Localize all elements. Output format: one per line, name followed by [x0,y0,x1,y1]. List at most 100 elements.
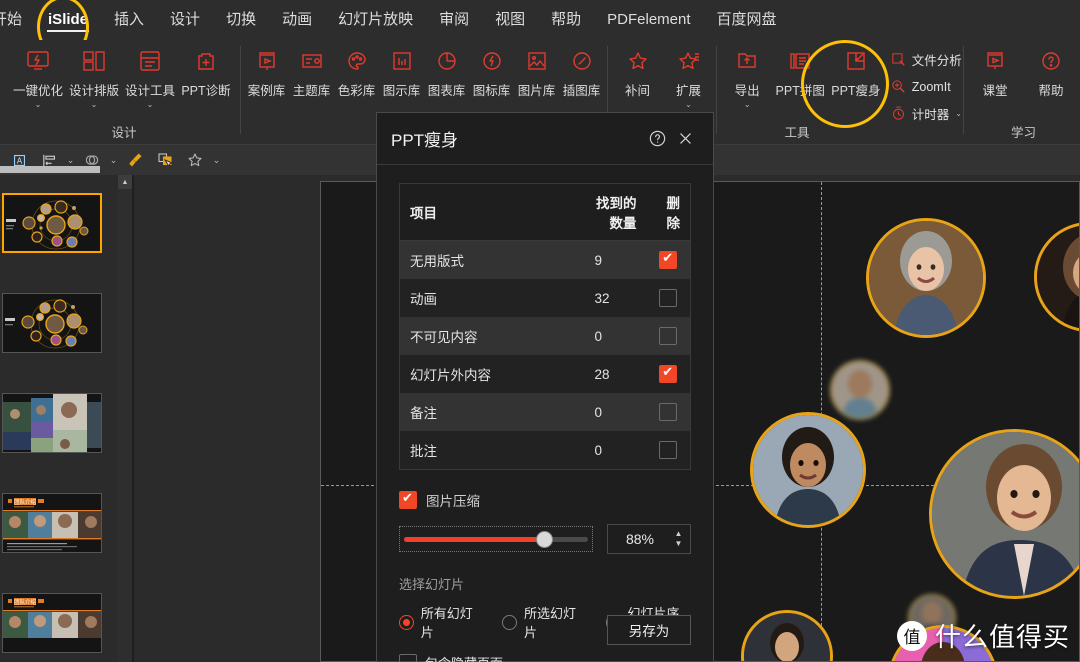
menu-tab-design[interactable]: 设计 [157,0,213,40]
list-item[interactable] [2,293,102,353]
ribbon-btn-diagram-library[interactable]: 图示库 [379,44,424,99]
chevron-down-icon[interactable]: ⌄ [685,100,692,109]
chevron-down-icon[interactable]: ⌄ [91,100,98,109]
save-as-button[interactable]: 另存为 [607,615,691,645]
thumbnail-pane-scrollbar[interactable]: ▲ [118,175,132,662]
ribbon-btn-layout[interactable]: 设计排版 ⌄ [66,44,122,109]
menu-tab-transition[interactable]: 切换 [213,0,269,40]
ribbon-btn-case-library[interactable]: 案例库 [244,44,289,99]
list-item[interactable]: 团队介绍 [2,593,102,653]
ribbon-btn-label: 插图库 [562,84,601,98]
menu-tab-insert[interactable]: 插入 [101,0,157,40]
ribbon-btn-tween[interactable]: 补间 [612,44,663,99]
table-row[interactable]: 备注 0 [399,393,691,431]
delete-checkbox[interactable] [659,327,678,345]
delete-checkbox[interactable] [659,403,678,421]
ribbon-btn-timer[interactable]: 计时器 ⌄ [886,100,962,127]
slider-thumb[interactable] [536,530,554,548]
avatar[interactable] [929,429,1079,599]
spinner-up-icon[interactable]: ▲ [675,529,683,539]
ribbon-btn-image-library[interactable]: 图片库 [514,44,559,99]
image-compression-checkbox[interactable] [399,490,417,509]
watermark: 值 什么值得买 [896,617,1070,654]
compression-value: 88% [625,531,655,547]
avatar[interactable] [830,360,890,420]
table-row[interactable]: 无用版式 9 [399,240,691,279]
radio-selected-slides[interactable] [502,614,518,630]
menu-tab-slideshow[interactable]: 幻灯片放映 [325,0,426,40]
table-row[interactable]: 不可见内容 0 [399,317,691,355]
ribbon-btn-export[interactable]: 导出 ⌄ [722,44,772,109]
ribbon-btn-help[interactable]: 帮助 [1023,44,1079,99]
chevron-down-icon[interactable]: ⌄ [107,155,120,166]
table-row[interactable]: 幻灯片外内容 28 [399,355,691,393]
chevron-down-icon[interactable]: ⌄ [35,100,42,109]
radio-all-slides[interactable] [399,614,414,630]
list-item[interactable]: 团队介绍 [2,493,102,553]
menu-tab-baidu-netdisk[interactable]: 百度网盘 [704,0,790,40]
ribbon-btn-label: 扩展 [675,84,701,98]
ribbon-btn-icon-library[interactable]: 图标库 [469,44,514,99]
radio-option-selected-slides[interactable]: 所选幻灯片 [502,603,587,641]
chevron-down-icon[interactable]: ⌄ [744,100,751,109]
avatar[interactable] [750,412,866,528]
ribbon-btn-file-analysis[interactable]: 文件分析 [886,46,962,73]
table-row[interactable]: 动画 32 [399,279,691,317]
compression-slider[interactable] [399,526,593,552]
avatar[interactable] [1034,222,1079,332]
menu-tab-help[interactable]: 帮助 [538,0,594,40]
ribbon-btn-design-tool[interactable]: 设计工具 ⌄ [122,44,178,109]
delete-checkbox[interactable] [659,250,678,269]
radio-option-all-slides[interactable]: 所有幻灯片 [399,603,484,641]
ribbon-btn-extend[interactable]: 扩展 ⌄ [663,44,714,109]
chevron-down-icon[interactable]: ⌄ [64,155,77,166]
list-item[interactable] [2,393,102,453]
ribbon-btn-one-click-optimize[interactable]: 一键优化 ⌄ [10,44,66,109]
menu-tab-start[interactable]: 开始 [0,0,35,40]
avatar[interactable] [741,610,833,661]
list-item[interactable] [2,193,102,253]
select-object-icon[interactable] [150,147,180,173]
ribbon-btn-classroom[interactable]: 课堂 [967,44,1023,99]
delete-checkbox[interactable] [659,364,678,383]
compression-value-spinner[interactable]: 88% ▲ ▼ [607,524,691,554]
ppt-slim-dialog[interactable]: PPT瘦身 项目 找到的数量 删除 无用版式 9 ✔ 动画 32 不可见内容 0… [376,112,714,662]
compression-slider-row: 88% ▲ ▼ [399,524,691,554]
cell-item: 备注 [410,406,437,421]
ribbon-btn-chart-library[interactable]: 图表库 [424,44,469,99]
menu-tab-review[interactable]: 审阅 [426,0,482,40]
horizontal-scrollbar[interactable] [0,166,100,173]
delete-checkbox[interactable] [659,441,678,459]
dialog-title-bar[interactable]: PPT瘦身 [377,113,713,165]
delete-checkbox[interactable] [659,289,678,307]
ribbon-btn-ppt-slim[interactable]: PPT瘦身 [828,44,884,99]
menu-tab-pdfelement[interactable]: PDFelement [594,0,703,40]
ribbon-btn-ppt-diagnose[interactable]: PPT诊断 [178,44,234,99]
ribbon-btn-illustration-library[interactable]: 插图库 [559,44,604,99]
ribbon-btn-theme-library[interactable]: 主题库 [289,44,334,99]
menu-tab-animation[interactable]: 动画 [269,0,325,40]
menu-tab-islide[interactable]: iSlide [35,0,101,40]
star-outline-icon[interactable] [180,147,210,173]
extend-icon [677,44,701,78]
format-painter-icon[interactable] [120,147,150,173]
avatar[interactable] [866,218,986,338]
ribbon-btn-color-library[interactable]: 色彩库 [334,44,379,99]
close-icon[interactable] [671,125,699,153]
chevron-down-small-icon[interactable]: ⌄ [210,155,223,166]
help-circle-icon[interactable] [643,125,671,153]
spinner-down-icon[interactable]: ▼ [675,539,683,549]
ribbon-btn-ppt-collage[interactable]: PPT拼图 [772,44,828,99]
ribbon-btn-zoomit[interactable]: ZoomIt [886,73,962,100]
scroll-up-icon[interactable]: ▲ [118,175,132,189]
slide-thumbnail-pane[interactable]: 团队介绍 团队介绍 [0,175,118,662]
ribbon-group-label: 设计 [111,126,137,140]
ribbon-group-label: 工具 [784,126,810,140]
table-row[interactable]: 批注 0 [399,431,691,470]
include-hidden-row[interactable]: 包含隐藏页面 [399,653,691,662]
chevron-down-icon[interactable]: ⌄ [147,100,154,109]
classroom-icon [983,44,1007,78]
menu-tab-view[interactable]: 视图 [482,0,538,40]
chevron-down-icon[interactable]: ⌄ [955,109,962,118]
include-hidden-checkbox[interactable] [399,653,417,662]
